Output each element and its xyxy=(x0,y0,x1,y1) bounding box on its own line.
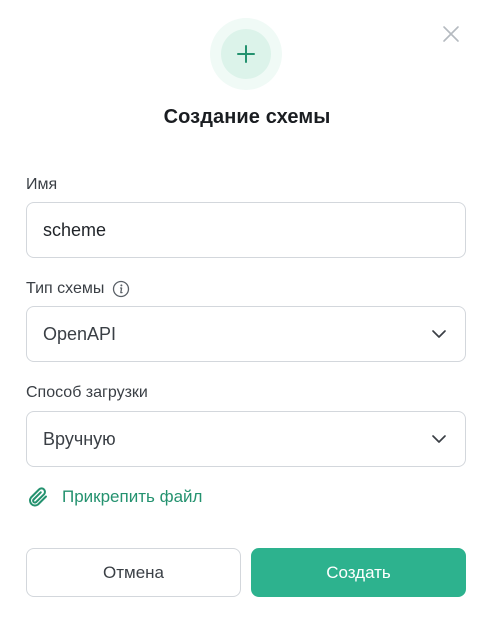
scheme-type-label: Тип схемы xyxy=(26,280,130,298)
dialog-title: Создание схемы xyxy=(163,106,331,128)
info-icon[interactable] xyxy=(112,280,130,298)
scheme-type-label-text: Тип схемы xyxy=(26,280,105,297)
name-input[interactable] xyxy=(43,219,449,241)
attach-file-link[interactable]: Прикрепить файл xyxy=(26,485,202,509)
create-button[interactable]: Создать xyxy=(251,548,466,597)
plus-icon xyxy=(237,45,255,63)
chevron-down-icon xyxy=(429,324,449,344)
close-button[interactable] xyxy=(440,23,462,45)
paperclip-icon xyxy=(29,487,47,507)
attach-file-label: Прикрепить файл xyxy=(62,487,203,506)
name-label-text: Имя xyxy=(26,176,58,193)
name-label: Имя xyxy=(26,176,57,194)
cancel-button[interactable]: Отмена xyxy=(26,548,241,597)
header-icon-badge xyxy=(210,18,282,90)
scheme-type-select[interactable]: OpenAPI xyxy=(26,306,466,362)
header-icon-circle xyxy=(221,29,271,79)
scheme-type-value: OpenAPI xyxy=(43,323,117,344)
close-icon xyxy=(443,26,459,42)
name-field-box[interactable] xyxy=(26,202,466,258)
upload-method-label-text: Способ загрузки xyxy=(26,384,148,401)
upload-method-label: Способ загрузки xyxy=(26,384,148,402)
chevron-down-icon xyxy=(429,429,449,449)
upload-method-value: Вручную xyxy=(43,428,116,449)
upload-method-select[interactable]: Вручную xyxy=(26,411,466,467)
